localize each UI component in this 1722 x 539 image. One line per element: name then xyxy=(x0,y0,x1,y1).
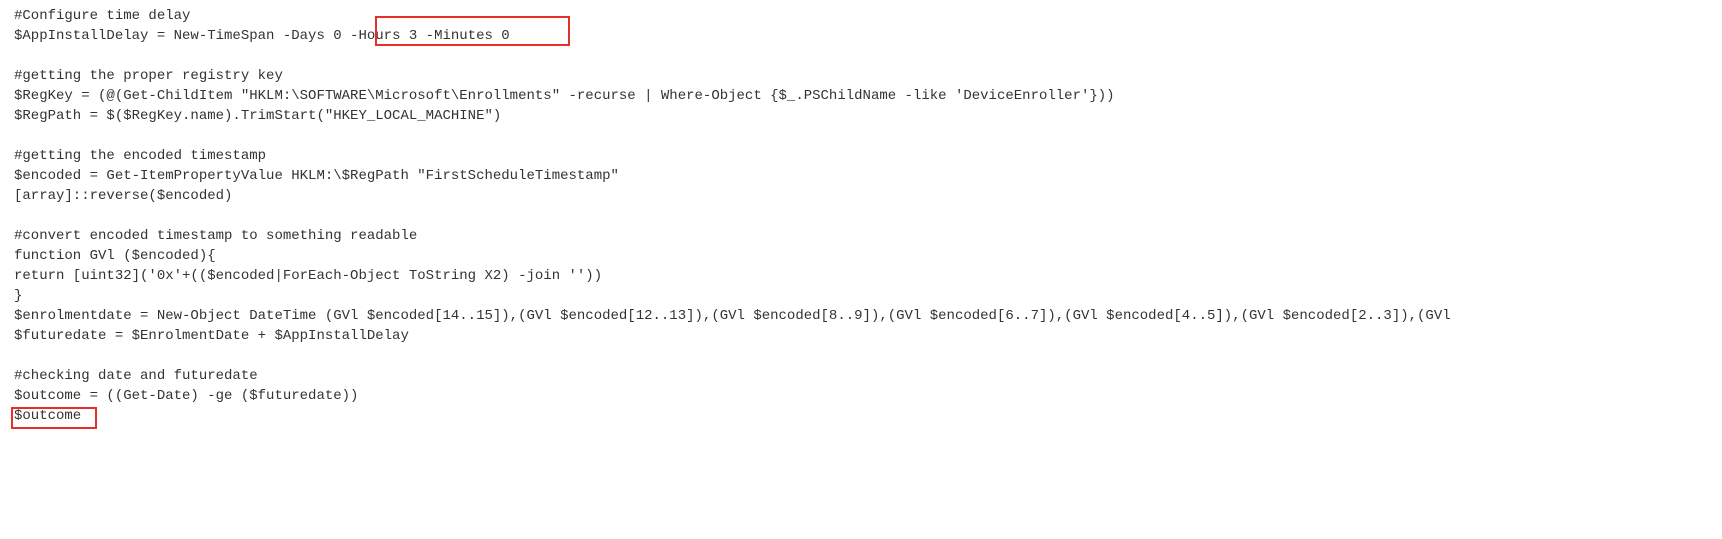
code-encoded: $encoded = Get-ItemPropertyValue HKLM:\$… xyxy=(14,166,1708,186)
blank-line xyxy=(14,46,1708,66)
code-comment-checking: #checking date and futuredate xyxy=(14,366,1708,386)
code-comment-registry: #getting the proper registry key xyxy=(14,66,1708,86)
code-comment-configure: #Configure time delay xyxy=(14,6,1708,26)
code-array-reverse: [array]::reverse($encoded) xyxy=(14,186,1708,206)
blank-line xyxy=(14,206,1708,226)
code-regkey: $RegKey = (@(Get-ChildItem "HKLM:\SOFTWA… xyxy=(14,86,1708,106)
code-comment-timestamp: #getting the encoded timestamp xyxy=(14,146,1708,166)
code-futuredate: $futuredate = $EnrolmentDate + $AppInsta… xyxy=(14,326,1708,346)
code-outcome-var: $outcome xyxy=(14,406,1708,426)
blank-line xyxy=(14,346,1708,366)
code-outcome-assign: $outcome = ((Get-Date) -ge ($futuredate)… xyxy=(14,386,1708,406)
code-function-open: function GVl ($encoded){ xyxy=(14,246,1708,266)
code-fragment-highlight-params: -Hours 3 -Minutes 0 xyxy=(342,28,510,44)
code-app-install-delay: $AppInstallDelay = New-TimeSpan -Days 0 … xyxy=(14,26,1708,46)
code-function-close: } xyxy=(14,286,1708,306)
code-fragment-before-highlight: $AppInstallDelay = New-TimeSpan -Days 0 xyxy=(14,28,342,44)
code-enrolmentdate: $enrolmentdate = New-Object DateTime (GV… xyxy=(14,306,1708,326)
code-comment-convert: #convert encoded timestamp to something … xyxy=(14,226,1708,246)
blank-line xyxy=(14,126,1708,146)
code-regpath: $RegPath = $($RegKey.name).TrimStart("HK… xyxy=(14,106,1708,126)
code-return: return [uint32]('0x'+(($encoded|ForEach-… xyxy=(14,266,1708,286)
